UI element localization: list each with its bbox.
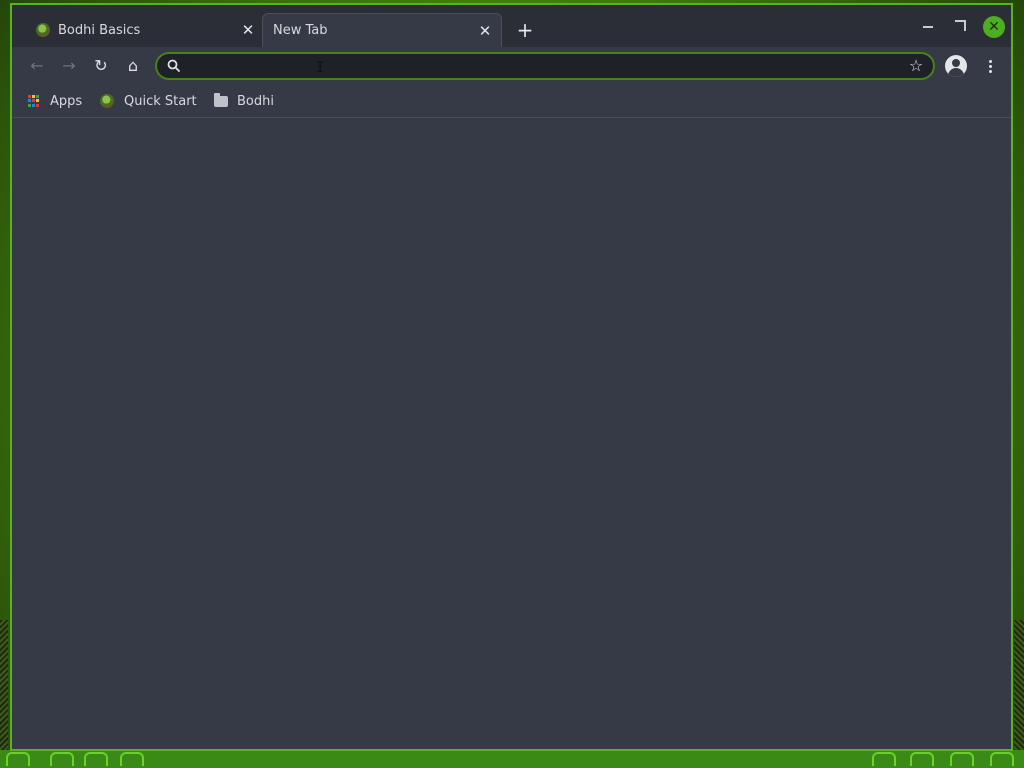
new-tab-button[interactable]: + (514, 19, 536, 41)
taskbar-app-icon[interactable] (50, 752, 74, 766)
tab-title: New Tab (273, 23, 328, 38)
bookmark-folder-bodhi[interactable]: Bodhi (214, 91, 274, 111)
navigation-toolbar: ← → ↻ ⌂ ☆ (12, 47, 1011, 85)
back-arrow-icon[interactable]: ← (26, 55, 48, 77)
apps-grid-icon (28, 95, 40, 107)
taskbar-tray-icon[interactable] (872, 752, 896, 766)
bookmark-label: Apps (50, 93, 83, 109)
kebab-menu-icon[interactable] (982, 55, 998, 77)
tab-strip: Bodhi Basics ✕ New Tab ✕ + ✕ (12, 5, 1011, 47)
text-cursor-icon: I (316, 60, 325, 76)
maximize-icon[interactable] (951, 16, 971, 36)
desktop-pattern-right (1014, 620, 1024, 768)
tab-new-tab[interactable]: New Tab ✕ (262, 13, 502, 47)
bookmark-label: Bodhi (237, 93, 274, 109)
bookmarks-bar: Apps Quick Start Bodhi (12, 85, 1011, 118)
bodhi-favicon-icon (36, 23, 50, 37)
taskbar (0, 750, 1024, 768)
forward-arrow-icon[interactable]: → (58, 55, 80, 77)
taskbar-tray-icon[interactable] (990, 752, 1014, 766)
address-bar[interactable]: ☆ (155, 52, 935, 80)
tab-close-icon[interactable]: ✕ (477, 23, 493, 39)
close-window-button[interactable]: ✕ (983, 16, 1005, 38)
bookmark-apps[interactable]: Apps (28, 91, 82, 111)
browser-window: Bodhi Basics ✕ New Tab ✕ + ✕ ← → ↻ ⌂ ☆ A… (10, 3, 1013, 751)
bookmark-label: Quick Start (124, 93, 197, 109)
minimize-icon[interactable] (918, 16, 938, 36)
taskbar-tray-icon[interactable] (950, 752, 974, 766)
bodhi-favicon-icon (100, 94, 114, 108)
home-icon[interactable]: ⌂ (122, 55, 144, 77)
page-content[interactable] (12, 118, 1011, 749)
folder-icon (214, 92, 228, 107)
desktop-pattern-left (0, 620, 8, 768)
taskbar-app-icon[interactable] (84, 752, 108, 766)
tab-title: Bodhi Basics (58, 22, 141, 38)
taskbar-tray-icon[interactable] (910, 752, 934, 766)
tab-close-icon[interactable]: ✕ (240, 22, 256, 38)
taskbar-app-icon[interactable] (120, 752, 144, 766)
search-icon (167, 59, 180, 72)
reload-icon[interactable]: ↻ (90, 55, 112, 77)
taskbar-launcher-icon[interactable] (6, 752, 30, 766)
bookmark-star-icon[interactable]: ☆ (907, 57, 925, 75)
profile-avatar-icon[interactable] (945, 55, 967, 77)
bookmark-quick-start[interactable]: Quick Start (100, 91, 197, 111)
tab-bodhi-basics[interactable]: Bodhi Basics ✕ (24, 13, 264, 47)
address-input[interactable] (189, 56, 893, 78)
